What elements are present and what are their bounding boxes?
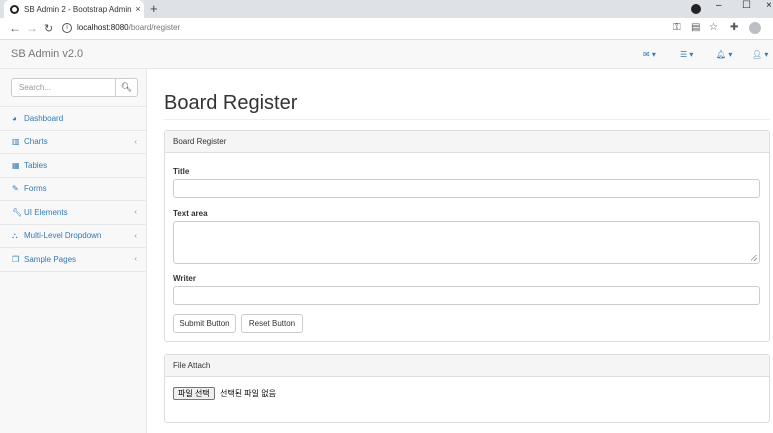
textarea-label: Text area xyxy=(173,209,208,218)
dashboard-icon: ◕ xyxy=(12,113,17,123)
tab-close-icon[interactable]: × xyxy=(132,4,144,14)
file-attach-panel: File Attach 파일 선택 선택된 파일 없음 xyxy=(164,354,770,423)
sidebar: 🔍︎ ◕ Dashboard ▥ Charts ‹ ▦ Tables ✎ For… xyxy=(0,69,147,433)
text-area[interactable] xyxy=(173,221,760,264)
profile-indicator-icon[interactable] xyxy=(691,4,701,14)
chevron-left-icon: ‹ xyxy=(134,254,137,263)
writer-label: Writer xyxy=(173,274,196,283)
board-register-panel: Board Register Title Text area Writer Su… xyxy=(164,130,770,342)
sidebar-menu: ◕ Dashboard ▥ Charts ‹ ▦ Tables ✎ Forms … xyxy=(0,106,146,272)
key-icon[interactable]: ⚿ xyxy=(673,22,681,33)
url-path: /board/register xyxy=(128,23,181,32)
no-file-selected-text: 선택된 파일 없음 xyxy=(220,389,276,398)
panel-heading: Board Register xyxy=(165,131,769,153)
account-avatar-icon[interactable] xyxy=(749,22,761,34)
chevron-left-icon: ‹ xyxy=(134,136,137,146)
sidebar-item-label: UI Elements xyxy=(24,207,68,217)
sidebar-search: 🔍︎ xyxy=(11,78,138,97)
wrench-icon: 🔧︎ xyxy=(12,207,23,217)
file-input: 파일 선택 선택된 파일 없음 xyxy=(165,377,769,417)
sidebar-item-forms[interactable]: ✎ Forms xyxy=(0,178,146,201)
sitemap-icon: ⛬ xyxy=(12,230,18,240)
address-bar: ← → ↻ i localhost:8080/board/register ⚿ … xyxy=(0,18,773,40)
extensions-puzzle-icon[interactable]: ✚ xyxy=(730,22,738,33)
sidebar-item-label: Dashboard xyxy=(24,113,64,123)
reset-button[interactable]: Reset Button xyxy=(241,314,303,333)
new-tab-button[interactable]: + xyxy=(150,1,158,16)
site-info-icon[interactable]: i xyxy=(62,23,72,33)
sidebar-item-tables[interactable]: ▦ Tables xyxy=(0,154,146,178)
bell-icon[interactable]: 🔔︎ ▾ xyxy=(716,50,732,59)
tasks-icon[interactable]: ☰ ▾ xyxy=(680,50,693,59)
title-label: Title xyxy=(173,167,190,176)
sidebar-item-ui-elements[interactable]: 🔧︎ UI Elements ‹ xyxy=(0,201,146,225)
envelope-icon[interactable]: ✉ ▾ xyxy=(643,50,656,59)
top-navbar: SB Admin v2.0 ✉ ▾ ☰ ▾ 🔔︎ ▾ 👤︎ ▾ xyxy=(0,40,773,69)
search-button[interactable]: 🔍︎ xyxy=(116,78,138,97)
sidebar-item-label: Charts xyxy=(24,137,48,147)
bar-chart-icon: ▥ xyxy=(12,137,20,147)
sidebar-item-label: Sample Pages xyxy=(24,254,77,264)
tab-title: SB Admin 2 - Bootstrap Admin xyxy=(24,4,132,14)
window-minimize-button[interactable]: – xyxy=(716,0,722,18)
chevron-left-icon: ‹ xyxy=(134,230,137,240)
search-input[interactable] xyxy=(11,78,116,97)
browser-tab[interactable]: SB Admin 2 - Bootstrap Admin × xyxy=(4,0,144,18)
sidebar-item-multi-level-dropdown[interactable]: ⛬ Multi-Level Dropdown ‹ xyxy=(0,225,146,248)
choose-file-button[interactable]: 파일 선택 xyxy=(173,387,215,400)
forward-arrow-icon[interactable]: → xyxy=(26,21,38,35)
translate-icon[interactable]: ▤ xyxy=(691,22,700,33)
window-close-button[interactable]: × xyxy=(766,0,772,18)
star-icon[interactable]: ☆ xyxy=(709,22,718,33)
back-arrow-icon[interactable]: ← xyxy=(9,21,21,35)
reload-icon[interactable]: ↻ xyxy=(44,22,53,35)
github-favicon-icon xyxy=(10,4,19,14)
page-title: Board Register xyxy=(164,92,298,114)
submit-button[interactable]: Submit Button xyxy=(173,314,236,333)
table-icon: ▦ xyxy=(12,160,20,170)
sidebar-item-sample-pages[interactable]: ❐ Sample Pages ‹ xyxy=(0,248,146,272)
sidebar-item-charts[interactable]: ▥ Charts ‹ xyxy=(0,131,146,154)
brand-logo[interactable]: SB Admin v2.0 xyxy=(11,48,83,60)
url-host: localhost:8080 xyxy=(77,23,129,32)
files-icon: ❐ xyxy=(12,254,20,264)
window-maximize-button[interactable]: ☐ xyxy=(742,0,751,18)
panel-heading: File Attach xyxy=(165,355,769,377)
edit-icon: ✎ xyxy=(12,184,19,194)
writer-input[interactable] xyxy=(173,286,760,305)
user-icon[interactable]: 👤︎ ▾ xyxy=(752,50,768,59)
sidebar-item-label: Multi-Level Dropdown xyxy=(24,231,102,241)
sidebar-item-dashboard[interactable]: ◕ Dashboard xyxy=(0,107,146,131)
chevron-left-icon: ‹ xyxy=(134,207,137,216)
sidebar-item-label: Forms xyxy=(24,184,47,194)
search-icon: 🔍︎ xyxy=(120,82,133,92)
title-input[interactable] xyxy=(173,179,760,198)
sidebar-item-label: Tables xyxy=(24,160,48,170)
browser-tab-bar: SB Admin 2 - Bootstrap Admin × + – ☐ × xyxy=(0,0,773,18)
url-field[interactable]: localhost:8080/board/register xyxy=(77,23,180,32)
title-divider xyxy=(164,119,770,120)
resize-grip-icon[interactable] xyxy=(751,255,757,261)
